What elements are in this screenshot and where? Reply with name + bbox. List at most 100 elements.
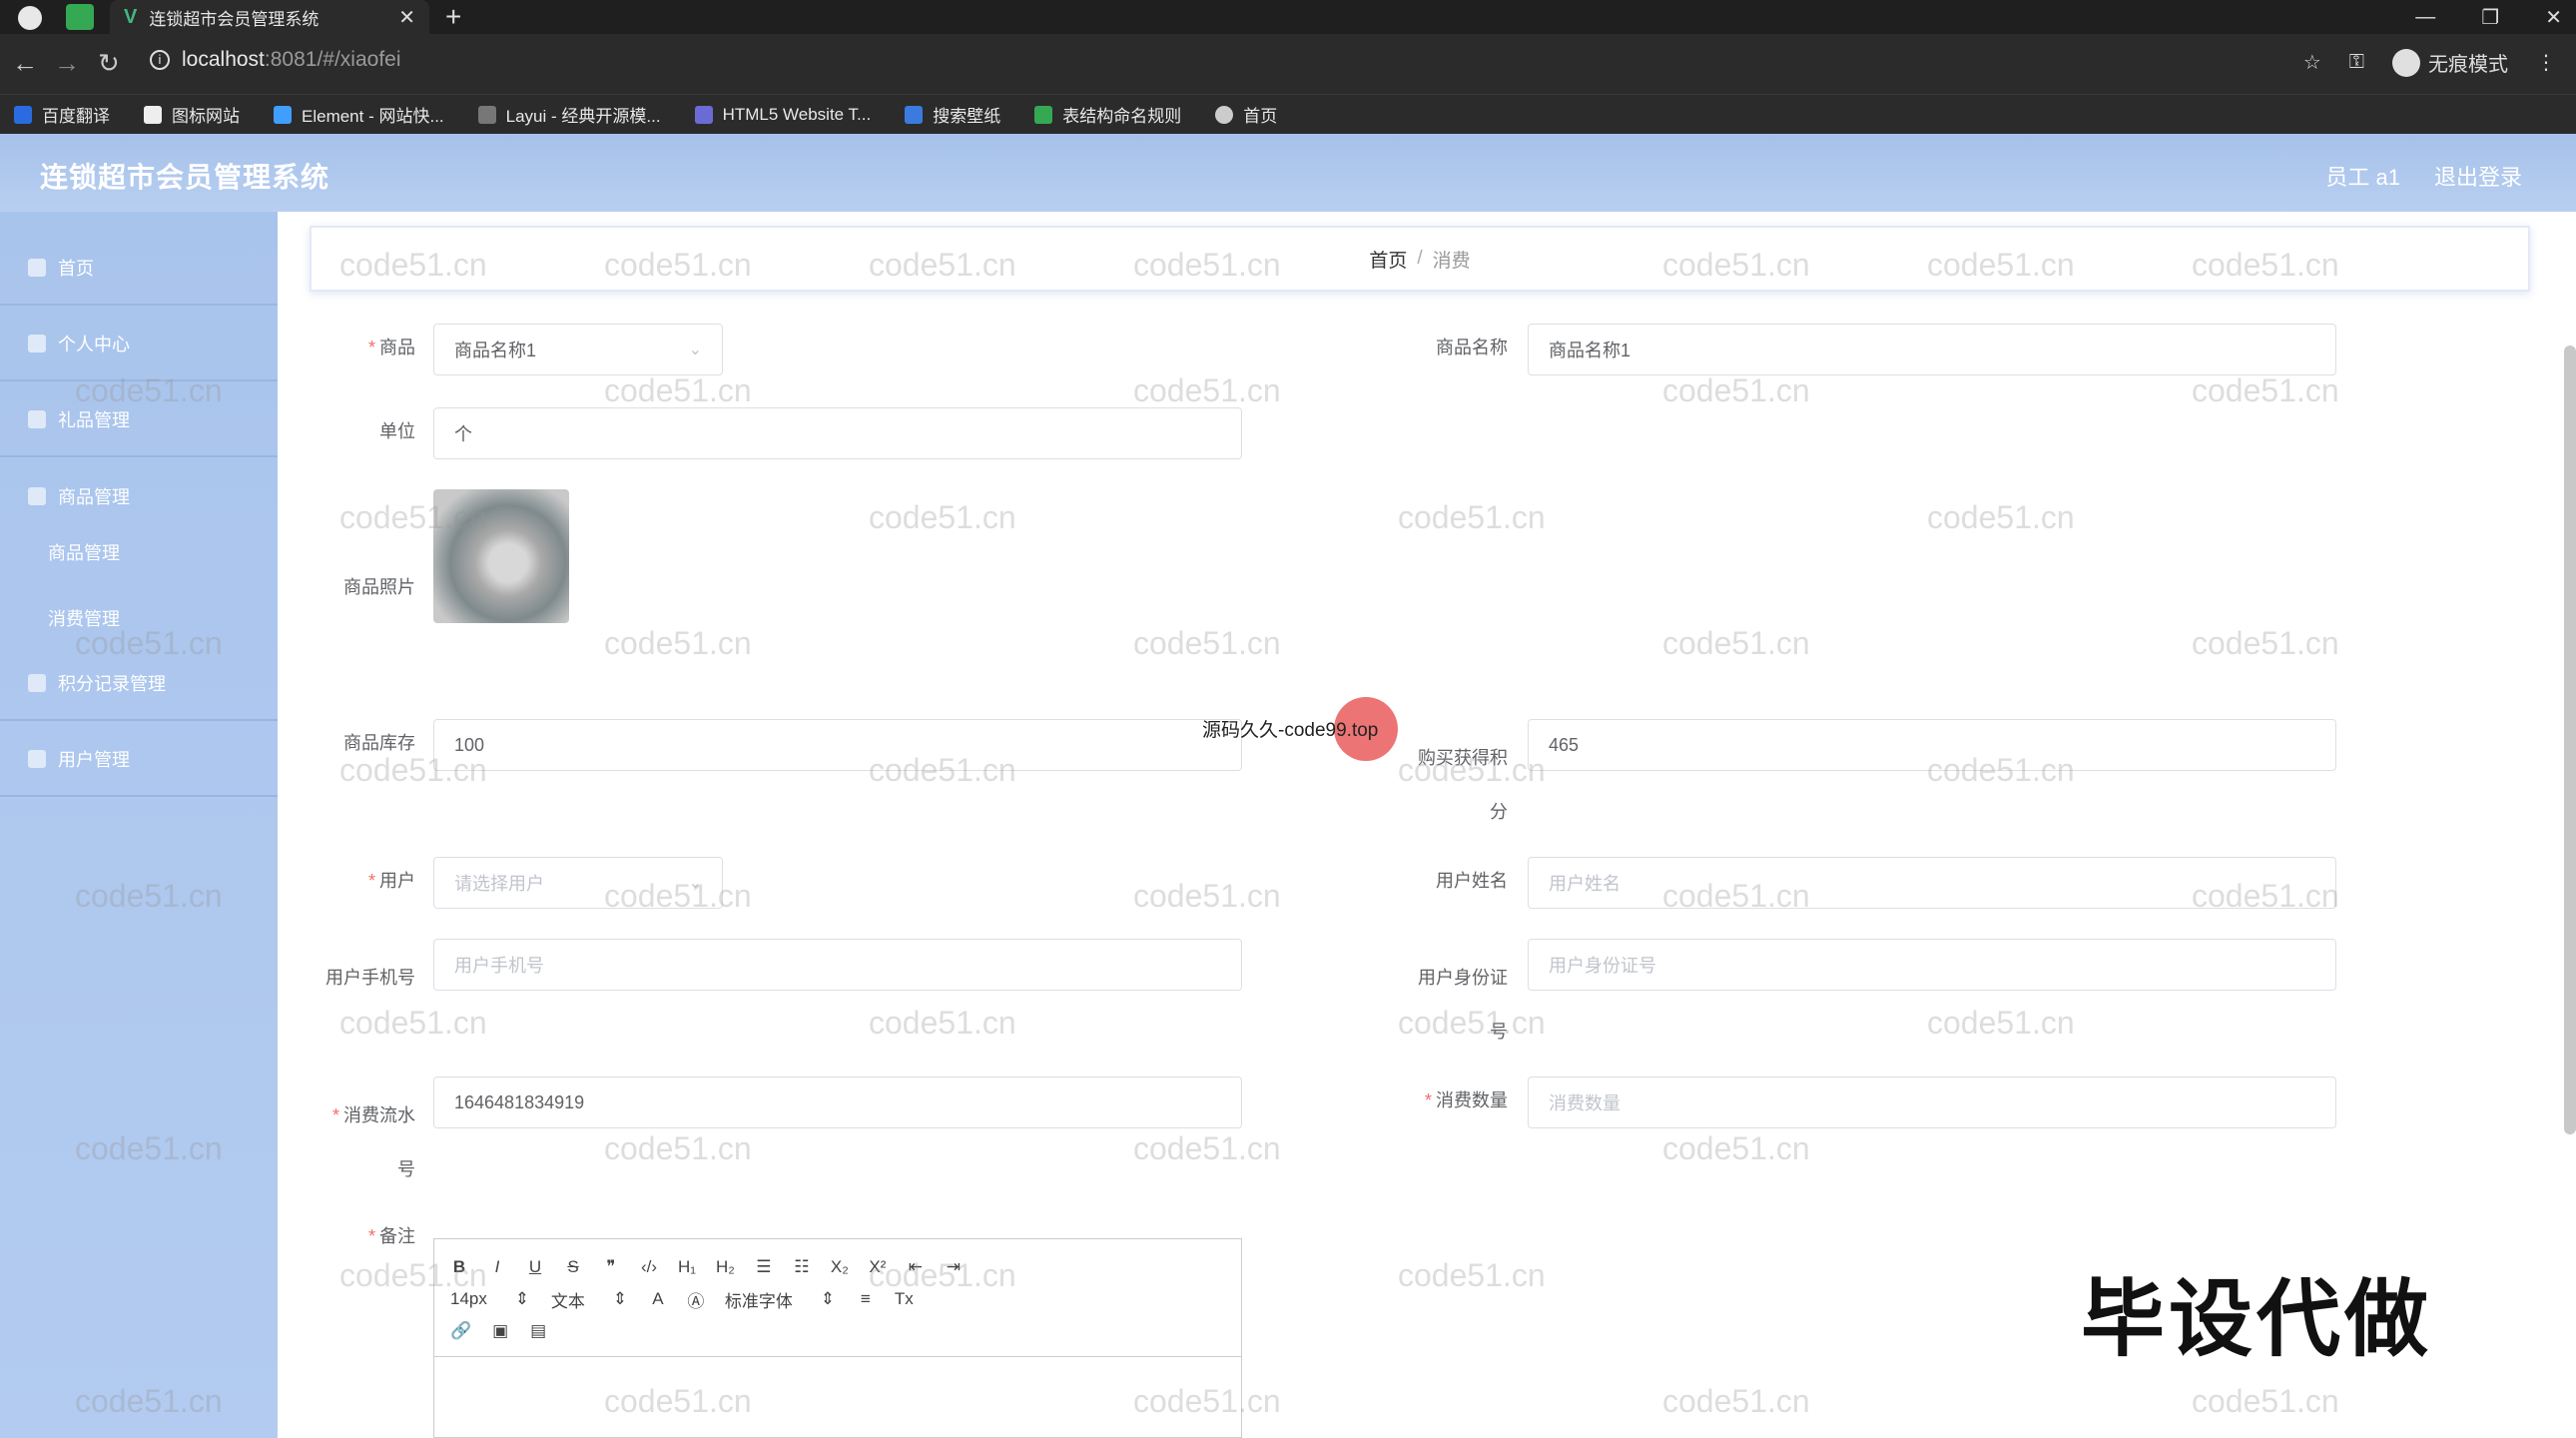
app-root: 连锁超市会员管理系统 员工 a1 退出登录 首页 个人中心 礼品管理 商品管理 … [0, 134, 2576, 1438]
username-field[interactable]: 用户姓名 [1528, 857, 2336, 909]
browser-more-icon[interactable]: ⋮ [2536, 50, 2556, 75]
reload-icon[interactable]: ↻ [98, 48, 120, 79]
rich-text-editor[interactable]: B I U S ❞ ‹/› H₁ H₂ ☰ ☷ X₂ X² ⇤ ⇥ 14px ⇕ [433, 1238, 1242, 1438]
bookmark-item[interactable]: 表结构命名规则 [1034, 102, 1181, 127]
translate-icon [14, 105, 32, 124]
updown-icon: ⇕ [612, 1289, 627, 1308]
font-family-select[interactable]: 标准字体 ⇕ [725, 1287, 837, 1312]
url-field[interactable]: i localhost:8081/#/xiaofei [150, 48, 401, 72]
points-icon [28, 674, 46, 692]
promo-text: 毕设代做 [2081, 1272, 2433, 1366]
video-icon[interactable]: ▤ [529, 1321, 547, 1341]
font-size-select[interactable]: 14px ⇕ [450, 1289, 531, 1309]
ordered-list-icon[interactable]: ☰ [755, 1257, 773, 1277]
breadcrumb-separator: / [1417, 248, 1423, 269]
gift-icon [28, 410, 46, 428]
product-select-value: 商品名称1 [454, 341, 537, 360]
code-icon[interactable]: ‹/› [640, 1257, 658, 1277]
italic-icon[interactable]: I [488, 1257, 506, 1277]
chevron-down-icon: ⌄ [688, 875, 702, 892]
breadcrumb: 首页 / 消费 [310, 226, 2530, 292]
idcard-field[interactable]: 用户身份证号 [1528, 939, 2336, 991]
close-window-icon[interactable]: ✕ [2545, 5, 2562, 30]
bookmark-item[interactable]: 图标网站 [144, 102, 240, 127]
address-bar: ← → ↻ i localhost:8081/#/xiaofei ☆ ⚿ 无痕模式… [0, 34, 2576, 94]
clear-format-icon[interactable]: Tx [895, 1289, 914, 1309]
heading2-icon[interactable]: H₂ [716, 1257, 735, 1277]
send-icon [28, 750, 46, 768]
outdent-icon[interactable]: ⇤ [907, 1257, 925, 1277]
bookmark-item[interactable]: 百度翻译 [14, 102, 110, 127]
bookmark-item[interactable]: Element - 网站快... [274, 102, 444, 127]
browser-tab[interactable]: V 连锁超市会员管理系统 ✕ [110, 0, 429, 34]
font-color-icon[interactable]: A [649, 1289, 667, 1309]
flag-icon [144, 105, 162, 124]
product-name-field[interactable]: 商品名称1 [1528, 324, 2336, 375]
subscript-icon[interactable]: X₂ [831, 1257, 849, 1277]
bookmark-item[interactable]: 首页 [1215, 102, 1277, 127]
background-color-icon[interactable]: Ⓐ [687, 1287, 705, 1312]
globe-icon [1215, 105, 1234, 124]
superscript-icon[interactable]: X² [869, 1257, 887, 1277]
bookmark-item[interactable]: HTML5 Website T... [694, 105, 871, 125]
bold-icon[interactable]: B [450, 1257, 468, 1277]
logout-link[interactable]: 退出登录 [2434, 160, 2522, 192]
sidebar-item-gifts[interactable]: 礼品管理 [0, 383, 278, 457]
editor-toolbar: B I U S ❞ ‹/› H₁ H₂ ☰ ☷ X₂ X² ⇤ ⇥ 14px ⇕ [434, 1239, 1241, 1357]
image-icon[interactable]: ▣ [491, 1321, 509, 1341]
phone-field[interactable]: 用户手机号 [433, 939, 1242, 991]
new-tab-icon[interactable]: + [445, 0, 461, 34]
align-icon[interactable]: ≡ [857, 1289, 875, 1309]
stock-field[interactable]: 100 [433, 719, 1242, 771]
key-icon[interactable]: ⚿ [2349, 51, 2364, 74]
sidebar-item-points[interactable]: 积分记录管理 [0, 647, 278, 721]
close-tab-icon[interactable]: ✕ [398, 5, 415, 30]
heading1-icon[interactable]: H₁ [678, 1257, 696, 1277]
forward-icon[interactable]: → [54, 48, 80, 79]
unit-label: 单位 [379, 421, 415, 441]
bookmark-star-icon[interactable]: ☆ [2303, 50, 2321, 75]
remark-label: * 备注 [367, 1226, 415, 1246]
bookmark-item[interactable]: 搜索壁纸 [905, 102, 1000, 127]
sidebar-subitem-consumption[interactable]: 消费管理 [48, 605, 120, 631]
maximize-icon[interactable]: ❐ [2481, 5, 2499, 30]
indent-icon[interactable]: ⇥ [945, 1257, 963, 1277]
bookmark-item[interactable]: Layui - 经典开源模... [477, 102, 661, 127]
link-icon[interactable]: 🔗 [450, 1321, 471, 1341]
bookmark-label: 首页 [1243, 107, 1278, 126]
breadcrumb-home[interactable]: 首页 [1369, 246, 1407, 273]
points-field[interactable]: 465 [1528, 719, 2336, 771]
sidebar-item-profile[interactable]: 个人中心 [0, 308, 278, 381]
sidebar-item-label: 礼品管理 [58, 410, 130, 430]
tab-title: 连锁超市会员管理系统 [149, 9, 320, 29]
site-info-icon[interactable]: i [150, 50, 170, 71]
page-scrollbar[interactable] [2564, 346, 2576, 1134]
sidebar-subitem-goods[interactable]: 商品管理 [48, 539, 120, 565]
blockquote-icon[interactable]: ❞ [602, 1257, 620, 1277]
browser-tab-bar: V 连锁超市会员管理系统 ✕ + — ❐ ✕ [0, 0, 2576, 34]
product-name-label: 商品名称 [1436, 338, 1508, 358]
qty-field[interactable]: 消费数量 [1528, 1077, 2336, 1128]
sidebar-item-label: 商品管理 [58, 487, 130, 507]
strike-icon[interactable]: S [564, 1257, 582, 1277]
element-icon [274, 105, 292, 124]
sidebar-item-goods[interactable]: 商品管理 [0, 459, 278, 533]
serial-label: * 消费流水号 [331, 1105, 415, 1179]
bullet-list-icon[interactable]: ☷ [793, 1257, 811, 1277]
back-icon[interactable]: ← [12, 48, 38, 79]
serial-field[interactable]: 1646481834919 [433, 1077, 1242, 1128]
underline-icon[interactable]: U [526, 1257, 544, 1277]
app-tab-icon[interactable] [66, 4, 94, 30]
text-type-select[interactable]: 文本 ⇕ [551, 1287, 629, 1312]
sidebar-item-users[interactable]: 用户管理 [0, 723, 278, 797]
incognito-badge[interactable]: 无痕模式 [2392, 48, 2508, 77]
browser-menu-icon[interactable] [18, 6, 42, 30]
bookmark-label: 图标网站 [172, 107, 240, 126]
user-select[interactable]: 请选择用户 ⌄ [433, 857, 723, 909]
sheet-icon [1034, 105, 1053, 124]
product-select[interactable]: 商品名称1 ⌄ [433, 324, 723, 375]
idcard-label: 用户身份证号 [1418, 968, 1508, 1042]
minimize-icon[interactable]: — [2415, 6, 2435, 29]
sidebar-item-home[interactable]: 首页 [0, 232, 278, 306]
unit-field[interactable]: 个 [433, 407, 1242, 459]
